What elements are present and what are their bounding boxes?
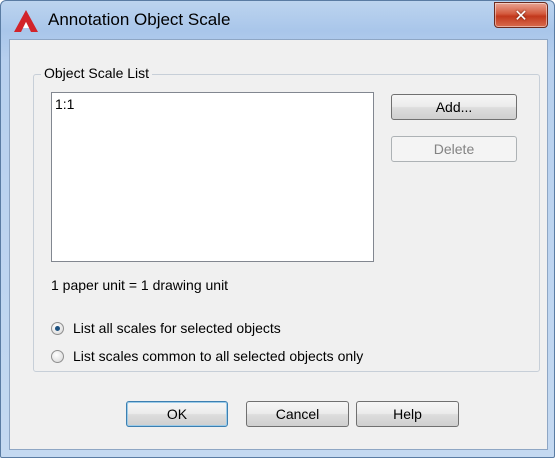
radio-list-all-scales[interactable]: List all scales for selected objects [51,319,281,337]
window-title: Annotation Object Scale [48,10,231,29]
group-legend: Object Scale List [41,65,153,81]
radio-button-checked[interactable] [51,321,64,335]
object-scale-group: Object Scale List 1:1 Add... Delete 1 pa… [33,65,540,372]
close-button[interactable]: ✕ [494,2,548,28]
radio-label: List all scales for selected objects [73,320,281,336]
autocad-a-icon [14,10,38,32]
list-item[interactable]: 1:1 [55,96,74,112]
radio-label: List scales common to all selected objec… [73,348,364,364]
dialog-body: Object Scale List 1:1 Add... Delete 1 pa… [9,39,548,450]
close-icon: ✕ [514,5,528,25]
scale-listbox[interactable]: 1:1 [51,92,374,262]
unit-ratio-text: 1 paper unit = 1 drawing unit [51,277,229,293]
delete-button[interactable]: Delete [391,136,517,162]
cancel-button[interactable]: Cancel [246,401,349,427]
title-bar[interactable]: Annotation Object Scale ✕ [1,1,554,39]
help-button[interactable]: Help [356,401,459,427]
dialog-window: Annotation Object Scale ✕ Object Scale L… [0,0,555,458]
radio-list-common-scales[interactable]: List scales common to all selected objec… [51,347,363,365]
radio-button-unchecked[interactable] [51,349,64,363]
ok-button[interactable]: OK [126,401,228,427]
add-button[interactable]: Add... [391,94,517,120]
